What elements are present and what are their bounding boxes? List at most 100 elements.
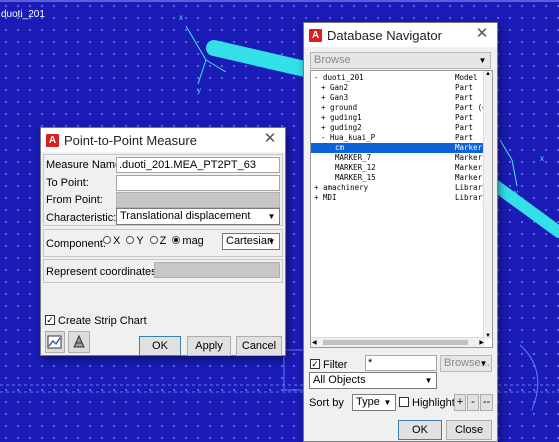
dialog-title: Point-to-Point Measure xyxy=(64,132,197,148)
radio-selected-icon xyxy=(172,236,181,245)
tree-item[interactable]: - duoti_201 Model xyxy=(311,73,492,83)
dialog-title-bar[interactable]: A Point-to-Point Measure ✕ xyxy=(41,128,285,152)
navigator-ok-button[interactable]: OK xyxy=(398,420,442,440)
characteristic-select[interactable]: Translational displacement ▼ xyxy=(116,208,280,225)
tree-item-name: + Gan3 xyxy=(321,93,349,102)
highlight-checkbox[interactable] xyxy=(399,397,409,407)
navigator-close-button[interactable]: Close xyxy=(446,420,492,440)
radio-icon xyxy=(149,236,158,245)
represent-coordinates-label: Represent coordinates in: xyxy=(46,266,172,278)
component-radio-x[interactable]: X xyxy=(103,235,120,247)
tree-item-name: MARKER_12 xyxy=(335,163,376,172)
tree-item[interactable]: + ground Part (gro xyxy=(311,103,492,113)
objects-value: All Objects xyxy=(313,374,366,386)
tree-item-type: Part xyxy=(455,123,474,132)
radio-icon xyxy=(103,236,111,245)
tree-item-type: Marker xyxy=(455,143,483,152)
tree-item-type: Marker xyxy=(455,163,483,172)
to-point-field[interactable] xyxy=(116,175,280,191)
navigator-mode-select[interactable]: Browse ▼ xyxy=(310,52,491,69)
function-builder-button[interactable] xyxy=(68,331,90,353)
tree-item[interactable]: + amachinery Library xyxy=(311,183,492,193)
tree-item-name: - Hua_kuai_P xyxy=(321,133,376,142)
arc-outline xyxy=(519,344,539,411)
scroll-thumb[interactable] xyxy=(323,340,468,345)
highlight-label: Highlight xyxy=(412,397,455,409)
function-builder-icon xyxy=(73,334,85,348)
filter-browse-select[interactable]: Browse... ▼ xyxy=(440,355,492,372)
measure-name-field[interactable]: .duoti_201.MEA_PT2PT_63 xyxy=(116,157,280,173)
tree-item[interactable]: + guding2 Part xyxy=(311,123,492,133)
from-point-label: From Point: xyxy=(46,194,103,206)
strip-chart-label: Create Strip Chart xyxy=(58,315,147,327)
scroll-left-arrow-icon[interactable]: ◀ xyxy=(312,339,317,346)
tree-item[interactable]: MARKER_7 Marker xyxy=(311,153,492,163)
tree-item[interactable]: MARKER_12 Marker xyxy=(311,163,492,173)
ok-button[interactable]: OK xyxy=(139,336,181,356)
axis-label: y xyxy=(514,188,518,197)
measure-name-label: Measure Name: xyxy=(46,159,125,171)
filter-checkbox[interactable]: ✓ xyxy=(310,359,320,369)
tree-item[interactable]: + Gan3 Part xyxy=(311,93,492,103)
tree-item-name: + Gan2 xyxy=(321,83,349,92)
tree-item[interactable]: + MDI Library xyxy=(311,193,492,203)
component-radio-mag[interactable]: mag xyxy=(172,235,204,247)
close-icon[interactable]: ✕ xyxy=(261,130,279,148)
measure-tool-button[interactable] xyxy=(45,331,65,353)
tree-item[interactable]: cm Marker xyxy=(311,143,492,153)
component-radio-y[interactable]: Y xyxy=(126,235,144,247)
sort-by-select[interactable]: Type ▼ xyxy=(352,394,396,411)
cancel-button[interactable]: Cancel xyxy=(236,336,282,356)
characteristic-label: Characteristic: xyxy=(46,212,117,224)
tree-item[interactable]: MARKER_15 Marker xyxy=(311,173,492,183)
component-label: Component: xyxy=(46,238,106,250)
adams-app-icon: A xyxy=(309,28,322,42)
component-radio-z[interactable]: Z xyxy=(149,235,167,247)
tree-item-name: + guding2 xyxy=(321,123,362,132)
tree-item-type: Part xyxy=(455,83,474,92)
small-outline xyxy=(283,349,305,391)
tree-item-type: Library xyxy=(455,183,487,192)
close-icon[interactable]: ✕ xyxy=(473,25,491,43)
from-point-field[interactable] xyxy=(116,192,280,208)
scroll-right-arrow-icon[interactable]: ▶ xyxy=(479,339,484,346)
axis-label: x xyxy=(179,13,183,22)
tree-item-type: Model xyxy=(455,73,478,82)
represent-coordinates-field[interactable] xyxy=(154,262,280,278)
characteristic-value: Translational displacement xyxy=(120,210,251,222)
scroll-up-arrow-icon[interactable]: ▲ xyxy=(485,71,491,77)
zoom-out-button[interactable]: -- xyxy=(480,394,493,411)
tree-item-name: MARKER_7 xyxy=(335,153,372,162)
zoom-mid-button[interactable]: - xyxy=(467,394,479,411)
tree-item[interactable]: - Hua_kuai_P Part xyxy=(311,133,492,143)
point-to-point-measure-dialog: A Point-to-Point Measure ✕ Measure Name:… xyxy=(40,127,286,356)
tree-item[interactable]: + guding1 Part xyxy=(311,113,492,123)
filter-label: Filter xyxy=(323,359,348,371)
coordinate-type-select[interactable]: Cartesian ▼ xyxy=(222,233,280,250)
dropdown-arrow-icon: ▼ xyxy=(424,376,433,385)
navigator-mode-value: Browse xyxy=(314,54,351,66)
apply-button[interactable]: Apply xyxy=(187,336,231,356)
dropdown-arrow-icon: ▼ xyxy=(383,398,392,407)
tree-item-name: + MDI xyxy=(314,193,337,202)
adams-app-icon: A xyxy=(46,133,59,147)
radio-x-label: X xyxy=(113,235,121,247)
object-tree[interactable]: - duoti_201 Model + Gan2 Part + Gan3 Part + gr… xyxy=(310,70,493,348)
tree-item[interactable]: + Gan2 Part xyxy=(311,83,492,93)
objects-select[interactable]: All Objects ▼ xyxy=(309,372,437,389)
strip-chart-checkbox[interactable]: ✓ xyxy=(45,315,55,325)
dropdown-arrow-icon: ▼ xyxy=(479,359,488,368)
zoom-in-button[interactable]: + xyxy=(454,394,466,411)
vertical-scrollbar[interactable]: ▲ ▼ xyxy=(483,71,492,339)
navigator-title-bar[interactable]: A Database Navigator ✕ xyxy=(304,23,497,47)
tree-item-type: Part xyxy=(455,113,474,122)
radio-z-label: Z xyxy=(159,235,167,247)
to-point-label: To Point: xyxy=(46,177,89,189)
horizontal-scrollbar[interactable]: ◀ ▶ xyxy=(311,337,485,347)
tree-item-name: - duoti_201 xyxy=(314,73,364,82)
tree-item-name: cm xyxy=(335,143,345,152)
scroll-down-arrow-icon[interactable]: ▼ xyxy=(485,333,491,339)
filter-input[interactable]: * xyxy=(365,355,437,371)
radio-mag-label: mag xyxy=(182,235,204,247)
tree-item-type: Marker xyxy=(455,153,483,162)
